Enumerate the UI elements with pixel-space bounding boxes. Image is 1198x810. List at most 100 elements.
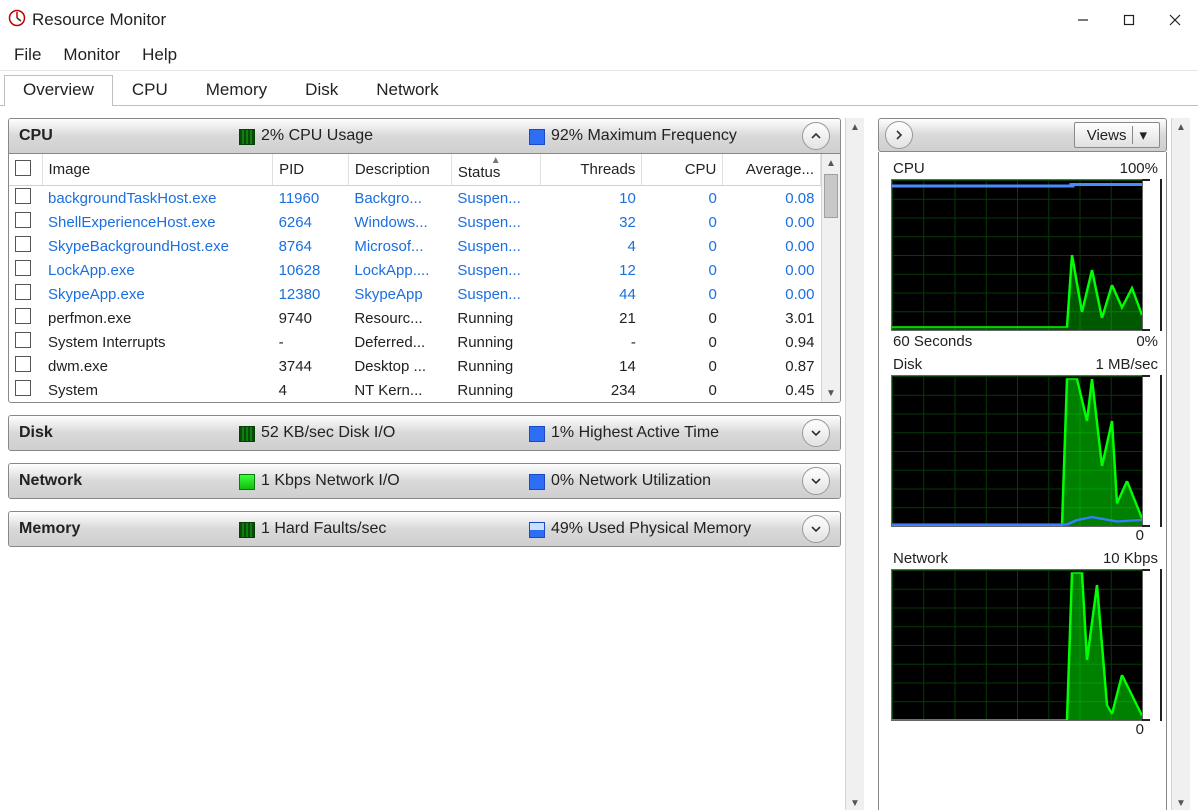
panel-cpu: CPU 2% CPU Usage 92% Maximum Frequency I… bbox=[8, 118, 841, 403]
row-checkbox[interactable] bbox=[15, 284, 31, 300]
cell-cpu: 0 bbox=[642, 354, 723, 378]
cpu-table-scrollbar[interactable]: ▲ ▼ bbox=[821, 154, 840, 402]
cell-description: LockApp.... bbox=[348, 258, 451, 282]
tab-disk[interactable]: Disk bbox=[286, 75, 357, 106]
network-io-icon bbox=[239, 474, 255, 490]
cell-status: Running bbox=[451, 330, 540, 354]
left-pane-scrollbar[interactable]: ▲ ▼ bbox=[845, 118, 864, 810]
menu-file[interactable]: File bbox=[14, 45, 41, 65]
cell-cpu: 0 bbox=[642, 282, 723, 306]
views-header: Views ▾ bbox=[878, 118, 1167, 152]
col-image[interactable]: Image bbox=[42, 154, 273, 186]
row-checkbox[interactable] bbox=[15, 380, 31, 396]
cell-description: Backgro... bbox=[348, 186, 451, 211]
cell-status: Running bbox=[451, 306, 540, 330]
memory-faults-text: 1 Hard Faults/sec bbox=[261, 520, 386, 538]
cpu-freq-icon bbox=[529, 129, 545, 145]
cell-image: System Interrupts bbox=[42, 330, 273, 354]
cell-image: System bbox=[42, 378, 273, 402]
panel-disk-expand-button[interactable] bbox=[802, 419, 830, 447]
col-description[interactable]: Description bbox=[348, 154, 451, 186]
memory-faults-icon bbox=[239, 522, 255, 538]
cell-description: Microsof... bbox=[348, 234, 451, 258]
cpu-usage-icon bbox=[239, 129, 255, 145]
row-checkbox[interactable] bbox=[15, 356, 31, 372]
panel-disk-title: Disk bbox=[9, 424, 239, 442]
chart-cpu-caption-left: 60 Seconds bbox=[893, 333, 972, 350]
row-checkbox[interactable] bbox=[15, 236, 31, 252]
col-check[interactable] bbox=[9, 154, 42, 186]
right-pane-scrollbar[interactable]: ▲ ▼ bbox=[1171, 118, 1190, 810]
cell-average: 3.01 bbox=[723, 306, 821, 330]
row-checkbox[interactable] bbox=[15, 260, 31, 276]
table-row[interactable]: System4NT Kern...Running23400.45 bbox=[9, 378, 821, 402]
table-row[interactable]: SkypeApp.exe12380SkypeAppSuspen...4400.0… bbox=[9, 282, 821, 306]
maximize-button[interactable] bbox=[1106, 5, 1152, 35]
chart-cpu: CPU 100% 60 bbox=[891, 160, 1162, 350]
cell-status: Suspen... bbox=[451, 186, 540, 211]
cell-cpu: 0 bbox=[642, 210, 723, 234]
panel-memory-expand-button[interactable] bbox=[802, 515, 830, 543]
chart-network-max: 10 Kbps bbox=[1103, 550, 1158, 567]
cell-cpu: 0 bbox=[642, 330, 723, 354]
window-title: Resource Monitor bbox=[32, 10, 166, 30]
row-checkbox[interactable] bbox=[15, 212, 31, 228]
chart-network: Network 10 Kbps 0 bbox=[891, 550, 1162, 738]
table-row[interactable]: LockApp.exe10628LockApp....Suspen...1200… bbox=[9, 258, 821, 282]
col-status[interactable]: ▲Status bbox=[451, 154, 540, 186]
cell-description: Resourc... bbox=[348, 306, 451, 330]
table-row[interactable]: ShellExperienceHost.exe6264Windows...Sus… bbox=[9, 210, 821, 234]
memory-used-icon bbox=[529, 522, 545, 538]
cell-description: NT Kern... bbox=[348, 378, 451, 402]
minimize-button[interactable] bbox=[1060, 5, 1106, 35]
table-row[interactable]: SkypeBackgroundHost.exe8764Microsof...Su… bbox=[9, 234, 821, 258]
cell-threads: 21 bbox=[540, 306, 642, 330]
col-threads[interactable]: Threads bbox=[540, 154, 642, 186]
chart-disk-bottom: 0 bbox=[891, 527, 1162, 544]
panel-disk: Disk 52 KB/sec Disk I/O 1% Highest Activ… bbox=[8, 415, 841, 451]
table-row[interactable]: backgroundTaskHost.exe11960Backgro...Sus… bbox=[9, 186, 821, 211]
cell-threads: 234 bbox=[540, 378, 642, 402]
tab-network[interactable]: Network bbox=[357, 75, 457, 106]
panel-network-expand-button[interactable] bbox=[802, 467, 830, 495]
row-checkbox[interactable] bbox=[15, 188, 31, 204]
cell-threads: 32 bbox=[540, 210, 642, 234]
cell-description: Deferred... bbox=[348, 330, 451, 354]
cell-pid: 11960 bbox=[273, 186, 349, 211]
close-button[interactable] bbox=[1152, 5, 1198, 35]
table-row[interactable]: perfmon.exe9740Resourc...Running2103.01 bbox=[9, 306, 821, 330]
cell-image: dwm.exe bbox=[42, 354, 273, 378]
network-io-text: 1 Kbps Network I/O bbox=[261, 472, 400, 490]
table-row[interactable]: System Interrupts-Deferred...Running-00.… bbox=[9, 330, 821, 354]
table-row[interactable]: dwm.exe3744Desktop ...Running1400.87 bbox=[9, 354, 821, 378]
col-cpu[interactable]: CPU bbox=[642, 154, 723, 186]
cell-description: SkypeApp bbox=[348, 282, 451, 306]
cell-threads: 10 bbox=[540, 186, 642, 211]
disk-active-icon bbox=[529, 426, 545, 442]
chart-network-bottom: 0 bbox=[891, 721, 1162, 738]
cell-pid: 6264 bbox=[273, 210, 349, 234]
disk-io-icon bbox=[239, 426, 255, 442]
disk-active-text: 1% Highest Active Time bbox=[551, 424, 719, 442]
row-checkbox[interactable] bbox=[15, 332, 31, 348]
cell-pid: 9740 bbox=[273, 306, 349, 330]
tab-cpu[interactable]: CPU bbox=[113, 75, 187, 106]
views-collapse-button[interactable] bbox=[885, 121, 913, 149]
col-pid[interactable]: PID bbox=[273, 154, 349, 186]
panel-cpu-collapse-button[interactable] bbox=[802, 122, 830, 150]
panel-network: Network 1 Kbps Network I/O 0% Network Ut… bbox=[8, 463, 841, 499]
tab-overview[interactable]: Overview bbox=[4, 75, 113, 106]
cell-status: Suspen... bbox=[451, 210, 540, 234]
cell-average: 0.00 bbox=[723, 234, 821, 258]
menu-monitor[interactable]: Monitor bbox=[63, 45, 120, 65]
cell-status: Running bbox=[451, 378, 540, 402]
menu-help[interactable]: Help bbox=[142, 45, 177, 65]
network-util-icon bbox=[529, 474, 545, 490]
tab-memory[interactable]: Memory bbox=[187, 75, 286, 106]
chart-cpu-caption-right: 0% bbox=[1136, 333, 1158, 350]
row-checkbox[interactable] bbox=[15, 308, 31, 324]
views-dropdown[interactable]: Views ▾ bbox=[1074, 122, 1160, 148]
cell-pid: 3744 bbox=[273, 354, 349, 378]
cell-cpu: 0 bbox=[642, 186, 723, 211]
col-average[interactable]: Average... bbox=[723, 154, 821, 186]
